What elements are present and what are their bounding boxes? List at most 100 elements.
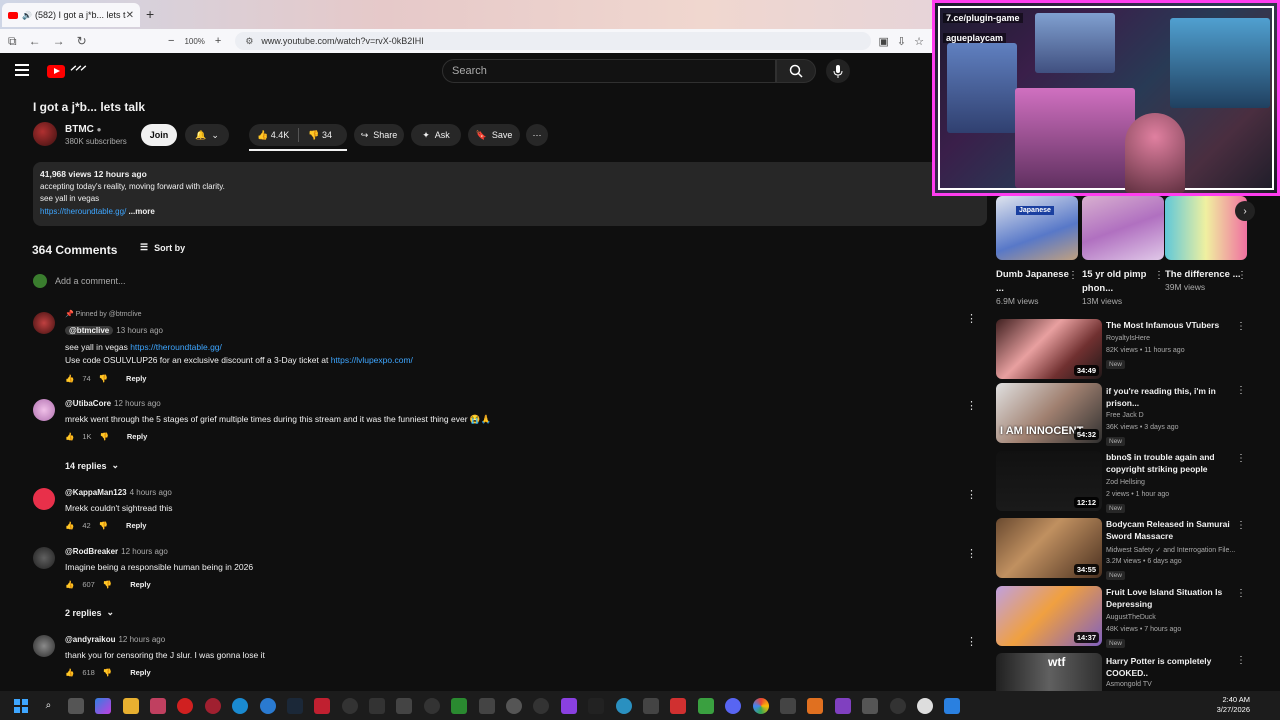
app-icon[interactable] <box>889 697 906 714</box>
recommendation-card[interactable]: 12:12 bbno$ in trouble again and copyrig… <box>996 451 1250 513</box>
share-button[interactable]: ↪ Share <box>354 124 404 146</box>
thumbs-down-icon[interactable]: 👎 <box>103 580 112 589</box>
recommendation-card[interactable]: 34:49 The Most Infamous VTubers RoyaltyI… <box>996 319 1250 381</box>
url-field[interactable]: ⚙ www.youtube.com/watch?v=rvX-0kB2IHI <box>235 32 871 50</box>
video-channel[interactable]: Free Jack D <box>1106 412 1144 419</box>
channel-avatar[interactable] <box>33 122 57 146</box>
more-actions-button[interactable]: ⋯ <box>526 124 548 146</box>
comment-time[interactable]: 4 hours ago <box>130 488 172 497</box>
comment-author[interactable]: @RodBreaker <box>65 547 118 556</box>
new-tab-button[interactable]: + <box>146 6 154 22</box>
app-icon[interactable] <box>670 697 687 714</box>
voice-search-button[interactable] <box>826 59 850 83</box>
comment-time[interactable]: 12 hours ago <box>118 635 165 644</box>
reply-button[interactable]: Reply <box>127 432 147 441</box>
settings-icon[interactable] <box>506 697 523 714</box>
discord-icon[interactable] <box>725 697 742 714</box>
ask-button[interactable]: ✦ Ask <box>411 124 461 146</box>
short-menu-icon[interactable]: ⋮ <box>1237 270 1247 281</box>
thumbs-down-icon[interactable]: 👎 <box>99 521 108 530</box>
app-icon[interactable] <box>834 697 851 714</box>
comment-menu-icon[interactable]: ⋮ <box>966 399 977 412</box>
reader-icon[interactable]: ▣ <box>879 35 889 48</box>
video-channel[interactable]: RoyaltyIsHere <box>1106 335 1150 342</box>
favorite-icon[interactable]: ☆ <box>914 35 924 48</box>
app-icon[interactable] <box>615 697 632 714</box>
video-menu-icon[interactable]: ⋮ <box>1236 588 1246 599</box>
comment-menu-icon[interactable]: ⋮ <box>966 312 977 325</box>
obs-icon[interactable] <box>341 697 358 714</box>
next-arrow-icon[interactable]: › <box>1235 201 1255 221</box>
view-replies-button[interactable]: 2 replies ⌄ <box>65 607 114 618</box>
comment-link[interactable]: https://lvlupexpo.com/ <box>331 355 413 365</box>
browser-icon[interactable] <box>259 697 276 714</box>
short-card[interactable]: Japanese Dumb Japanese ... 6.9M views ⋮ <box>996 196 1078 306</box>
app-icon[interactable] <box>560 697 577 714</box>
app-icon[interactable] <box>862 697 879 714</box>
app-icon[interactable] <box>314 697 331 714</box>
recommendation-card[interactable]: wtf Harry Potter is completely COOKED.. … <box>996 653 1250 691</box>
dislike-button[interactable]: 👎 34 <box>308 130 332 141</box>
short-card[interactable]: 15 yr old pimp phon... 13M views ⋮ <box>1082 196 1164 306</box>
view-replies-button[interactable]: 14 replies ⌄ <box>65 460 119 471</box>
chrome-icon[interactable] <box>752 697 769 714</box>
back-icon[interactable]: ← <box>29 34 41 49</box>
recommendation-card[interactable]: I AM INNOCENT 54:32 if you're reading th… <box>996 383 1250 446</box>
nvidia-icon[interactable] <box>451 697 468 714</box>
app-icon[interactable] <box>478 697 495 714</box>
comment-menu-icon[interactable]: ⋮ <box>966 547 977 560</box>
thumbs-down-icon[interactable]: 👎 <box>99 374 108 383</box>
add-comment-input[interactable]: Add a comment... <box>55 276 126 286</box>
file-explorer-icon[interactable] <box>122 697 139 714</box>
system-clock[interactable]: 2:40 AM 3/27/2026 <box>1217 695 1250 715</box>
channel-name[interactable]: BTMC ● <box>65 124 102 135</box>
commenter-avatar[interactable] <box>33 547 55 569</box>
app-icon[interactable] <box>779 697 796 714</box>
opera-icon[interactable] <box>204 697 221 714</box>
app-icon[interactable] <box>149 697 166 714</box>
app-icon[interactable] <box>642 697 659 714</box>
app-icon[interactable] <box>533 697 550 714</box>
steam-icon[interactable] <box>286 697 303 714</box>
osu-icon[interactable] <box>916 697 933 714</box>
comment-time[interactable]: 13 hours ago <box>116 326 163 335</box>
app-icon[interactable] <box>423 697 440 714</box>
app-icon[interactable] <box>369 697 386 714</box>
video-menu-icon[interactable]: ⋮ <box>1236 453 1246 464</box>
search-input[interactable]: Search <box>442 59 776 83</box>
comment-menu-icon[interactable]: ⋮ <box>966 488 977 501</box>
vlc-icon[interactable] <box>807 697 824 714</box>
hamburger-menu-icon[interactable] <box>15 64 29 76</box>
reload-icon[interactable]: ↻ <box>77 34 87 49</box>
show-more-button[interactable]: ...more <box>129 207 155 216</box>
reply-button[interactable]: Reply <box>130 580 150 589</box>
video-channel[interactable]: AugustTheDuck <box>1106 614 1156 621</box>
opera-gx-icon[interactable] <box>177 697 194 714</box>
close-tab-icon[interactable]: ✕ <box>126 10 134 21</box>
search-button[interactable] <box>776 59 816 83</box>
commenter-avatar[interactable] <box>33 635 55 657</box>
reply-button[interactable]: Reply <box>130 668 150 677</box>
comment-menu-icon[interactable]: ⋮ <box>966 635 977 648</box>
task-view-icon[interactable] <box>67 697 84 714</box>
recommendation-card[interactable]: 14:37 Fruit Love Island Situation Is Dep… <box>996 586 1250 648</box>
thumbs-down-icon[interactable]: 👎 <box>100 432 109 441</box>
windows-start-icon[interactable] <box>13 698 29 714</box>
thumbs-up-icon[interactable]: 👍 <box>65 374 74 383</box>
video-menu-icon[interactable]: ⋮ <box>1236 655 1246 666</box>
download-icon[interactable]: ⇩ <box>897 35 906 48</box>
copilot-icon[interactable] <box>95 697 112 714</box>
video-channel[interactable]: Midwest Safety ✓ and Interrogation File.… <box>1106 546 1235 554</box>
tab-actions-icon[interactable]: ⧉ <box>8 34 17 49</box>
site-info-icon[interactable]: ⚙ <box>245 36 253 47</box>
short-menu-icon[interactable]: ⋮ <box>1154 270 1164 281</box>
video-channel[interactable]: Asmongold TV <box>1106 681 1152 688</box>
description-box[interactable]: 41,968 views 12 hours ago accepting toda… <box>33 162 987 226</box>
video-menu-icon[interactable]: ⋮ <box>1236 321 1246 332</box>
edge-icon[interactable] <box>232 697 249 714</box>
thumbs-down-icon[interactable]: 👎 <box>103 668 112 677</box>
comment-author[interactable]: @UtibaCore <box>65 399 111 408</box>
thumbs-up-icon[interactable]: 👍 <box>65 580 74 589</box>
search-icon[interactable]: ⌕ <box>40 698 56 714</box>
notification-bell-button[interactable]: 🔔 ⌄ <box>185 124 229 146</box>
